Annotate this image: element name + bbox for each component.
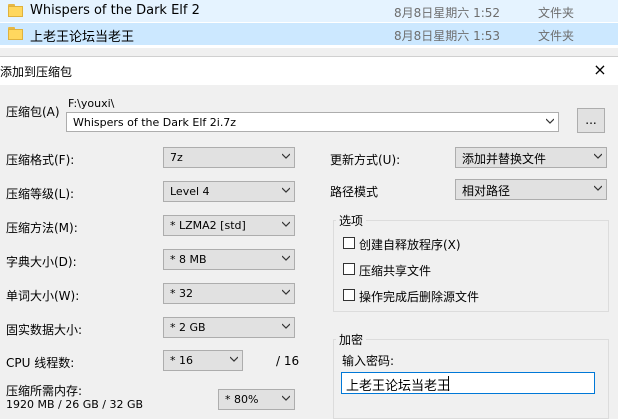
text-caret [448, 376, 449, 391]
delete-label[interactable]: 操作完成后删除源文件 [359, 288, 479, 305]
archive-path: F:\youxi\ [68, 97, 115, 110]
folder-icon [8, 27, 23, 40]
update-value: 添加并替换文件 [462, 152, 547, 166]
memory-value: * 80% [225, 393, 259, 406]
dict-label: 字典大小(D): [6, 255, 77, 269]
method-label: 压缩方法(M): [6, 221, 78, 235]
update-select[interactable]: 添加并替换文件 [455, 147, 607, 168]
level-select[interactable]: Level 4 [163, 181, 295, 202]
delete-checkbox[interactable] [343, 289, 355, 301]
dialog-titlebar: 添加到压缩包 × [0, 57, 618, 85]
archive-name-combo[interactable]: Whispers of the Dark Elf 2i.7z [66, 112, 559, 132]
file-row[interactable]: 上老王论坛当老王 8月8日星期六 1:53 文件夹 [0, 23, 618, 46]
chevron-down-icon [282, 289, 290, 296]
threads-label: CPU 线程数: [6, 356, 75, 370]
dialog-title: 添加到压缩包 [0, 65, 73, 79]
dict-value: * 8 MB [170, 253, 207, 266]
password-value: 上老王论坛当老王 [346, 379, 451, 394]
chevron-down-icon [230, 356, 238, 363]
memory-info: 1920 MB / 26 GB / 32 GB [6, 398, 144, 411]
chevron-down-icon [594, 185, 602, 192]
chevron-down-icon [282, 153, 290, 160]
method-select[interactable]: * LZMA2 [std] [163, 215, 295, 236]
archive-name-value: Whispers of the Dark Elf 2i.7z [73, 116, 237, 129]
close-icon[interactable]: × [590, 60, 610, 80]
pathmode-value: 相对路径 [462, 184, 511, 198]
file-type: 文件夹 [538, 6, 575, 20]
file-row[interactable]: Whispers of the Dark Elf 2 8月8日星期六 1:52 … [0, 0, 618, 23]
chevron-down-icon [282, 323, 290, 330]
dict-select[interactable]: * 8 MB [163, 249, 295, 270]
folder-icon [8, 4, 23, 17]
sfx-label[interactable]: 创建自释放程序(X) [359, 236, 461, 253]
encryption-title: 加密 [336, 331, 367, 348]
chevron-down-icon [282, 221, 290, 228]
file-type: 文件夹 [538, 29, 575, 43]
format-label: 压缩格式(F): [6, 153, 75, 167]
memory-select[interactable]: * 80% [218, 389, 295, 410]
file-name: 上老王论坛当老王 [30, 30, 135, 45]
file-list: Whispers of the Dark Elf 2 8月8日星期六 1:52 … [0, 0, 618, 48]
solid-select[interactable]: * 2 GB [163, 317, 295, 338]
word-select[interactable]: * 32 [163, 283, 295, 304]
chevron-down-icon [282, 395, 290, 402]
archive-label: 压缩包(A) [6, 105, 60, 119]
level-label: 压缩等级(L): [6, 187, 75, 201]
file-date: 8月8日星期六 1:52 [394, 6, 501, 20]
file-date: 8月8日星期六 1:53 [394, 29, 501, 43]
word-value: * 32 [170, 287, 193, 300]
shared-label[interactable]: 压缩共享文件 [359, 262, 431, 279]
password-input[interactable]: 上老王论坛当老王 [341, 372, 595, 394]
shared-checkbox[interactable] [343, 263, 355, 275]
method-value: * LZMA2 [std] [170, 219, 246, 232]
chevron-down-icon [282, 255, 290, 262]
chevron-down-icon [594, 153, 602, 160]
pathmode-label: 路径模式 [330, 185, 379, 199]
add-to-archive-dialog: 添加到压缩包 × 压缩包(A) F:\youxi\ Whispers of th… [0, 56, 618, 419]
password-label: 输入密码: [342, 354, 395, 368]
update-label: 更新方式(U): [330, 153, 401, 167]
threads-max: / 16 [276, 354, 300, 368]
memory-label: 压缩所需内存: [6, 384, 83, 398]
browse-button[interactable]: ... [577, 108, 605, 133]
threads-select[interactable]: * 16 [163, 350, 243, 371]
file-name: Whispers of the Dark Elf 2 [30, 3, 200, 18]
format-value: 7z [170, 151, 183, 164]
pathmode-select[interactable]: 相对路径 [455, 179, 607, 200]
solid-value: * 2 GB [170, 321, 206, 334]
level-value: Level 4 [170, 185, 210, 198]
chevron-down-icon[interactable] [546, 118, 554, 125]
chevron-down-icon [282, 187, 290, 194]
format-select[interactable]: 7z [163, 147, 295, 168]
word-label: 单词大小(W): [6, 289, 80, 303]
threads-value: * 16 [170, 354, 193, 367]
options-title: 选项 [336, 212, 367, 229]
solid-label: 固实数据大小: [6, 323, 83, 337]
sfx-checkbox[interactable] [343, 237, 355, 249]
